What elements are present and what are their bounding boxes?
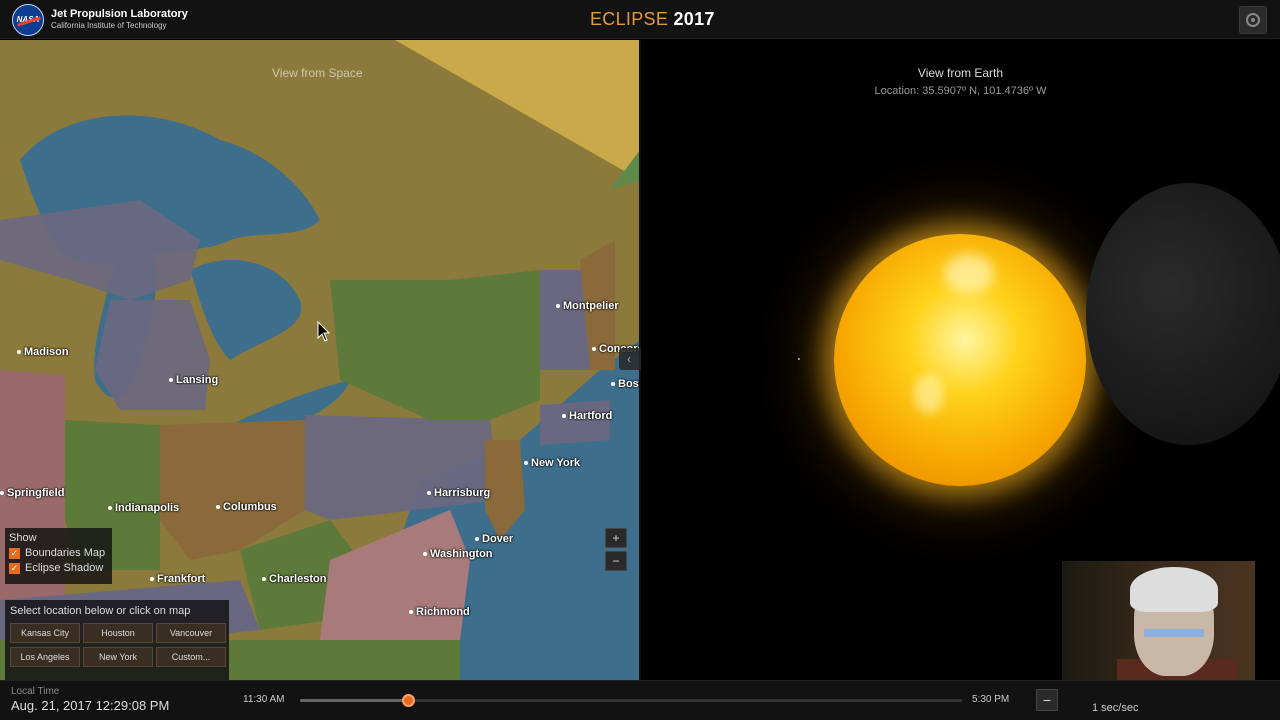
app-title-prefix: ECLIPSE: [590, 9, 669, 29]
time-controls-bar: Local Time Aug. 21, 2017 12:29:08 PM 11:…: [0, 680, 1280, 720]
chevron-left-icon[interactable]: ‹: [619, 350, 639, 368]
timeline-start-label: 11:30 AM: [243, 694, 285, 705]
show-options-panel: Show ✓ Boundaries Map ✓ Eclipse Shadow: [5, 528, 112, 584]
app-root: NASA Jet Propulsion Laboratory Californi…: [0, 0, 1280, 720]
map-panel[interactable]: View from Space Madison Lansing Springfi…: [0, 40, 640, 680]
location-button-new-york[interactable]: New York: [83, 647, 153, 667]
location-hint: Select location below or click on map: [10, 605, 191, 617]
sun-highlight: [914, 374, 944, 414]
city-label[interactable]: Madison: [17, 346, 69, 358]
checkbox-checked-icon[interactable]: ✓: [9, 562, 20, 574]
header-bar: NASA Jet Propulsion Laboratory Californi…: [0, 0, 1280, 39]
toggle-label: Boundaries Map: [25, 547, 106, 559]
toggle-label: Eclipse Shadow: [25, 562, 104, 574]
sun-image: [834, 234, 1086, 486]
star-dot: [798, 358, 800, 360]
location-button-houston[interactable]: Houston: [83, 623, 153, 643]
local-time-value: Aug. 21, 2017 12:29:08 PM: [11, 698, 170, 713]
show-title: Show: [9, 532, 37, 544]
org-subtitle: California Institute of Technology: [51, 21, 167, 30]
city-label[interactable]: Harrisburg: [427, 487, 490, 499]
app-title: ECLIPSE 2017: [590, 9, 715, 30]
boundaries-map-toggle[interactable]: ✓ Boundaries Map: [9, 547, 108, 559]
eclipse-shadow-toggle[interactable]: ✓ Eclipse Shadow: [9, 562, 108, 574]
settings-icon: [1246, 13, 1260, 27]
location-button-vancouver[interactable]: Vancouver: [156, 623, 226, 643]
location-button-custom[interactable]: Custom...: [156, 647, 226, 667]
city-label[interactable]: Lansing: [169, 374, 218, 386]
sun-highlight: [944, 254, 994, 294]
mouse-cursor-icon: [317, 321, 331, 342]
moon-image: [1086, 183, 1280, 445]
location-button-kansas-city[interactable]: Kansas City: [10, 623, 80, 643]
zoom-out-button[interactable]: −: [605, 551, 627, 571]
minus-icon: −: [1042, 692, 1052, 708]
city-label[interactable]: Columbus: [216, 501, 277, 513]
zoom-out-icon: −: [612, 554, 620, 568]
city-label[interactable]: Springfield: [0, 487, 64, 499]
city-label[interactable]: Montpelier: [556, 300, 619, 312]
location-button-los-angeles[interactable]: Los Angeles: [10, 647, 80, 667]
zoom-in-button[interactable]: +: [605, 528, 627, 548]
speed-readout: 1 sec/sec: [1092, 702, 1139, 714]
location-readout: Location: 35.5907º N, 101.4736º W: [874, 85, 1047, 97]
view-from-space-label: View from Space: [272, 66, 363, 80]
city-label[interactable]: Boston: [611, 378, 640, 390]
settings-button[interactable]: [1239, 6, 1267, 34]
city-label[interactable]: Frankfort: [150, 573, 205, 585]
speed-decrease-button[interactable]: −: [1036, 689, 1058, 711]
city-label[interactable]: Charleston: [262, 573, 326, 585]
location-picker: Select location below or click on map Ka…: [5, 600, 229, 680]
city-label[interactable]: Dover: [475, 533, 513, 545]
webcam-overlay: [1062, 561, 1255, 680]
city-label[interactable]: Indianapolis: [108, 502, 179, 514]
nasa-logo: NASA: [12, 4, 44, 36]
zoom-in-icon: +: [612, 531, 620, 545]
timeline-end-label: 5:30 PM: [972, 694, 1010, 705]
view-from-earth-label: View from Earth: [917, 66, 1004, 80]
city-label[interactable]: Washington: [423, 548, 493, 560]
timeline-slider[interactable]: [300, 694, 962, 707]
app-title-year: 2017: [673, 9, 715, 29]
org-title: Jet Propulsion Laboratory: [51, 8, 188, 20]
webcam-person-glasses: [1144, 629, 1204, 637]
local-time-label: Local Time: [11, 686, 60, 697]
city-label[interactable]: New York: [524, 457, 580, 469]
checkbox-checked-icon[interactable]: ✓: [9, 547, 20, 559]
city-label[interactable]: Richmond: [409, 606, 470, 618]
timeline-fill: [300, 699, 408, 702]
webcam-person-hair: [1130, 567, 1218, 612]
timeline-handle[interactable]: [401, 694, 415, 707]
city-label[interactable]: Hartford: [562, 410, 612, 422]
